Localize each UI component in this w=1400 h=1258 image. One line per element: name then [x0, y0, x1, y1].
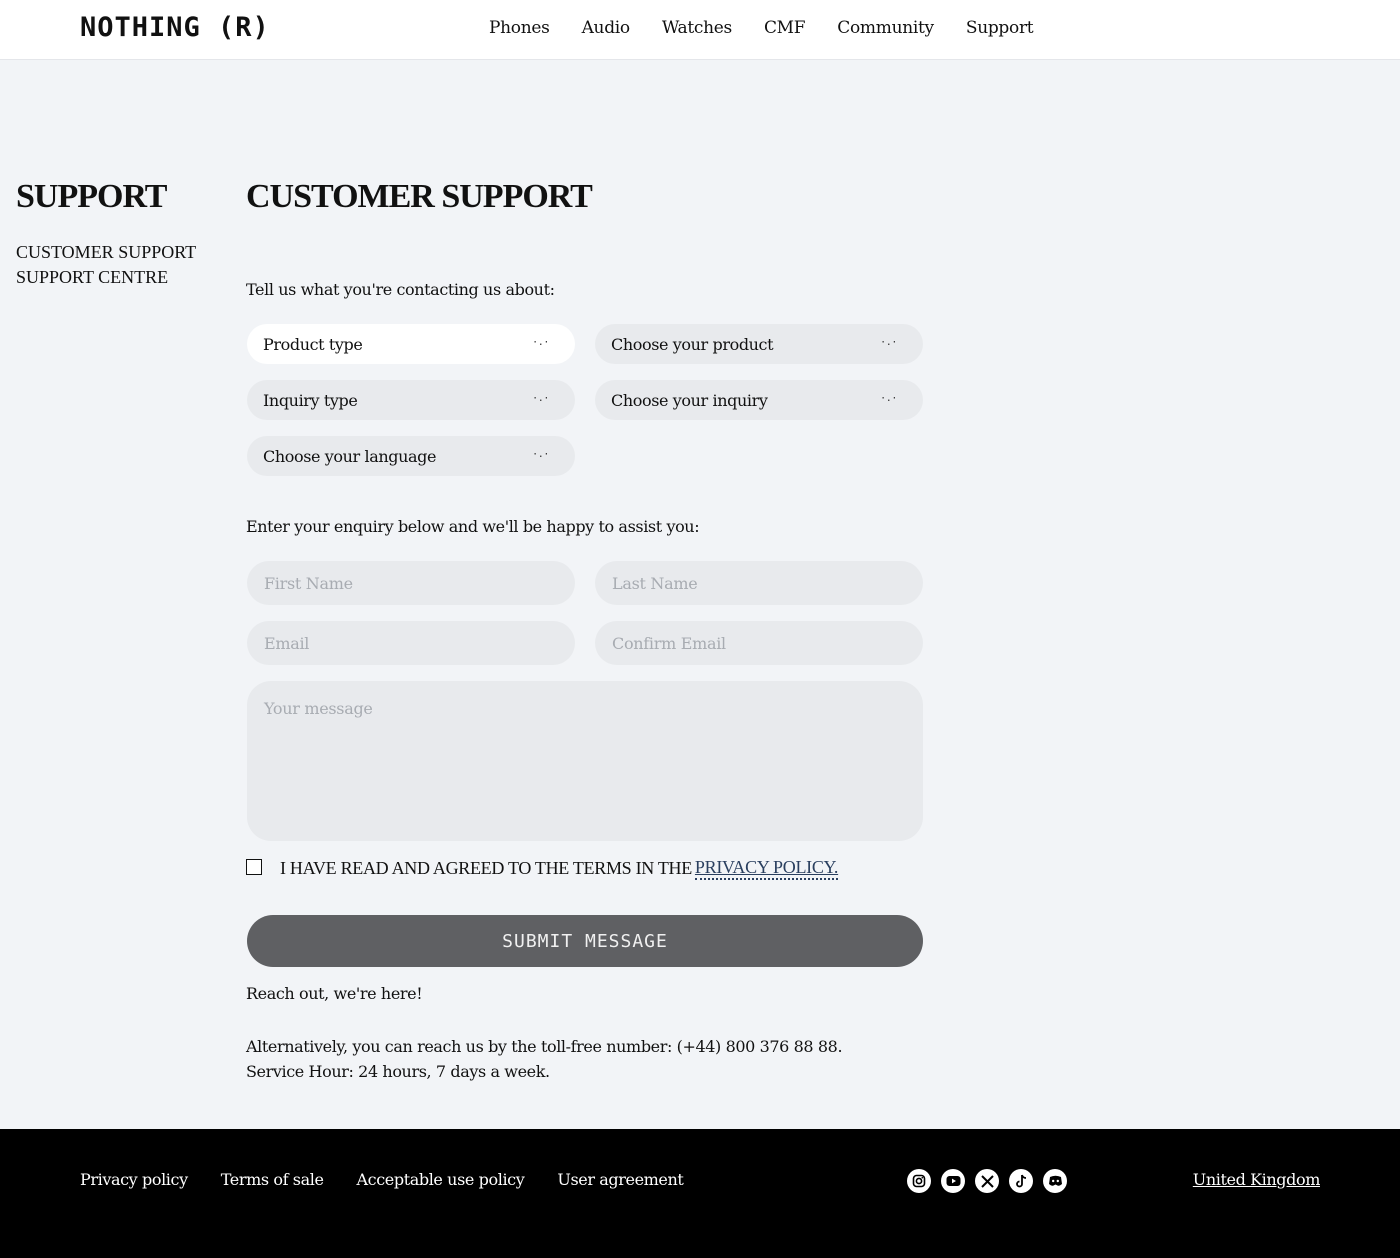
- chevron-down-icon: ·.·: [532, 337, 549, 348]
- inquiry-type-label: Inquiry type: [263, 390, 358, 410]
- submit-button[interactable]: SUBMIT MESSAGE: [247, 915, 923, 967]
- message-placeholder: Your message: [264, 699, 373, 718]
- sidebar-item-customer-support[interactable]: CUSTOMER SUPPORT: [16, 240, 196, 265]
- choose-product-select[interactable]: Choose your product ·.·: [595, 324, 923, 364]
- choose-inquiry-label: Choose your inquiry: [611, 390, 768, 410]
- main-nav: Phones Audio Watches CMF Community Suppo…: [489, 18, 1065, 38]
- consent-checkbox[interactable]: [246, 858, 262, 875]
- language-select[interactable]: Choose your language ·.·: [247, 436, 575, 476]
- nav-support[interactable]: Support: [966, 18, 1034, 38]
- nav-cmf[interactable]: CMF: [764, 18, 806, 38]
- discord-icon[interactable]: [1043, 1169, 1067, 1193]
- footer-acceptable-use[interactable]: Acceptable use policy: [357, 1170, 525, 1189]
- chevron-down-icon: ·.·: [880, 337, 897, 348]
- footer-terms-of-sale[interactable]: Terms of sale: [221, 1170, 324, 1189]
- chevron-down-icon: ·.·: [532, 449, 549, 460]
- enquiry-prompt: Enter your enquiry below and we'll be ha…: [246, 517, 700, 536]
- sidebar-title: SUPPORT: [16, 178, 167, 215]
- consent-text: I HAVE READ AND AGREED TO THE TERMS IN T…: [280, 858, 692, 878]
- first-name-field[interactable]: First Name: [247, 561, 575, 605]
- choose-product-label: Choose your product: [611, 334, 774, 354]
- brand-logo[interactable]: NOTHING (R): [80, 12, 270, 43]
- first-name-placeholder: First Name: [264, 573, 353, 593]
- tiktok-icon[interactable]: [1009, 1169, 1033, 1193]
- message-field[interactable]: Your message: [247, 681, 923, 841]
- region-selector[interactable]: United Kingdom: [1193, 1170, 1321, 1189]
- consent-row: I HAVE READ AND AGREED TO THE TERMS IN T…: [246, 857, 838, 880]
- last-name-field[interactable]: Last Name: [595, 561, 923, 605]
- product-type-select[interactable]: Product type ·.·: [247, 324, 575, 364]
- inquiry-type-select[interactable]: Inquiry type ·.·: [247, 380, 575, 420]
- sidebar-item-support-centre[interactable]: SUPPORT CENTRE: [16, 265, 196, 290]
- instagram-icon[interactable]: [907, 1169, 931, 1193]
- privacy-policy-link[interactable]: PRIVACY POLICY.: [694, 857, 838, 880]
- product-type-label: Product type: [263, 334, 363, 354]
- page-title: CUSTOMER SUPPORT: [246, 178, 593, 215]
- nav-watches[interactable]: Watches: [662, 18, 732, 38]
- service-hours-text: Service Hour: 24 hours, 7 days a week.: [246, 1062, 550, 1081]
- choose-inquiry-select[interactable]: Choose your inquiry ·.·: [595, 380, 923, 420]
- email-placeholder: Email: [264, 633, 310, 653]
- nav-community[interactable]: Community: [837, 18, 934, 38]
- nav-phones[interactable]: Phones: [489, 18, 550, 38]
- contact-prompt: Tell us what you're contacting us about:: [246, 280, 555, 299]
- x-icon[interactable]: [975, 1169, 999, 1193]
- confirm-email-placeholder: Confirm Email: [612, 633, 726, 653]
- email-field[interactable]: Email: [247, 621, 575, 665]
- chevron-down-icon: ·.·: [532, 393, 549, 404]
- footer-privacy-policy[interactable]: Privacy policy: [80, 1170, 188, 1189]
- footer-user-agreement[interactable]: User agreement: [557, 1170, 683, 1189]
- chevron-down-icon: ·.·: [880, 393, 897, 404]
- site-header: NOTHING (R) Phones Audio Watches CMF Com…: [0, 0, 1400, 60]
- youtube-icon[interactable]: [941, 1169, 965, 1193]
- last-name-placeholder: Last Name: [612, 573, 698, 593]
- reach-out-text: Reach out, we're here!: [246, 984, 423, 1003]
- site-footer: Privacy policy Terms of sale Acceptable …: [0, 1129, 1400, 1258]
- sidebar-nav: CUSTOMER SUPPORT SUPPORT CENTRE: [16, 240, 196, 290]
- confirm-email-field[interactable]: Confirm Email: [595, 621, 923, 665]
- toll-free-text: Alternatively, you can reach us by the t…: [246, 1037, 843, 1056]
- social-links: [907, 1169, 1067, 1193]
- nav-audio[interactable]: Audio: [582, 18, 631, 38]
- alternative-contact: Alternatively, you can reach us by the t…: [246, 1034, 843, 1084]
- language-label: Choose your language: [263, 446, 437, 466]
- footer-links: Privacy policy Terms of sale Acceptable …: [80, 1170, 716, 1189]
